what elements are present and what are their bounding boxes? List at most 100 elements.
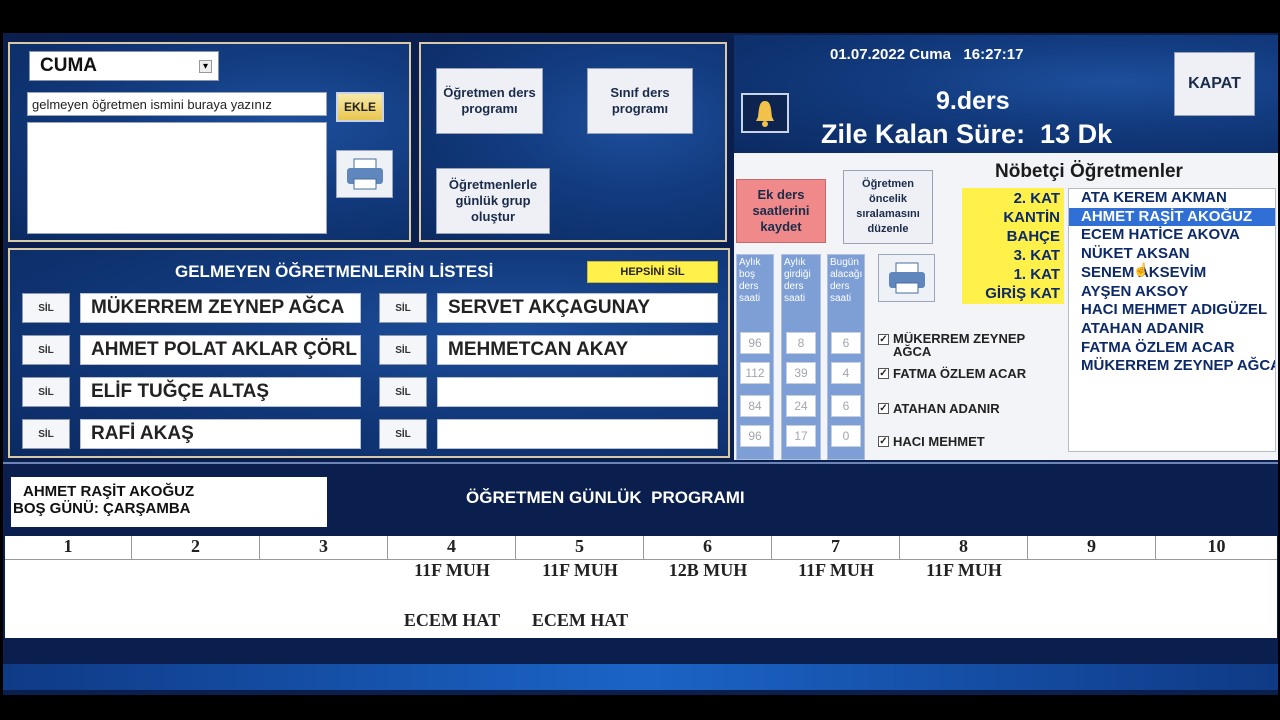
bell-button[interactable]: [741, 93, 789, 133]
list-item[interactable]: SENEM AKSEVİM: [1069, 264, 1275, 283]
stat-cell: 17: [786, 425, 816, 447]
remove-button[interactable]: SİL: [22, 377, 70, 407]
remove-button[interactable]: SİL: [379, 293, 427, 323]
delete-all-button[interactable]: HEPSİNİ SİL: [587, 261, 718, 283]
list-item[interactable]: FATMA ÖZLEM ACAR: [1069, 339, 1275, 358]
stats-header: Aylık boş ders saati: [739, 257, 761, 304]
lesson-pair: [772, 610, 900, 636]
lesson-class: 11F MUH: [414, 560, 490, 580]
mouse-cursor-icon: ☝: [1133, 262, 1150, 277]
lesson-class: 11F MUH: [926, 560, 1002, 580]
absent-teacher-name: RAFİ AKAŞ: [80, 419, 361, 449]
absent-teacher-name: MÜKERREM ZEYNEP AĞCA: [80, 293, 361, 323]
checkbox-icon[interactable]: ✓: [878, 436, 889, 447]
bottom-bar: [3, 664, 1278, 690]
selected-teacher-name: AHMET RAŞİT AKOĞUZ: [23, 483, 195, 500]
remove-button[interactable]: SİL: [379, 377, 427, 407]
floor-label: BAHÇE: [1006, 228, 1060, 245]
period-header: 4: [388, 536, 516, 559]
duty-teacher-list[interactable]: ATA KEREM AKMAN AHMET RAŞİT AKOĞUZ ECEM …: [1068, 188, 1276, 452]
stats-header: Aylık girdiği ders saati: [784, 257, 811, 304]
floor-label: 1. KAT: [1013, 266, 1060, 283]
program-grid: 1 2 3 4 5 6 7 8 9 10 11F MUH 11F MUH 12B…: [5, 536, 1277, 638]
list-item[interactable]: HACI MEHMET ADIGÜZEL: [1069, 301, 1275, 320]
lesson-pair: [260, 610, 388, 636]
list-item[interactable]: ECEM HATİCE AKOVA: [1069, 226, 1275, 245]
period-header: 5: [516, 536, 644, 559]
lesson-pair: ECEM HAT: [403, 610, 501, 630]
lesson-pair: [132, 610, 260, 636]
teacher-suggestion-list[interactable]: [27, 122, 327, 234]
stat-cell: 6: [831, 332, 861, 354]
add-button[interactable]: EKLE: [336, 92, 384, 122]
list-item[interactable]: ATA KEREM AKMAN: [1069, 189, 1275, 208]
list-item[interactable]: AYŞEN AKSOY: [1069, 283, 1275, 302]
teacher-program-button[interactable]: Öğretmen ders programı: [436, 68, 543, 134]
extra-hours-button[interactable]: Ek ders saatlerini kaydet: [736, 179, 826, 243]
lesson-pair: [5, 610, 132, 636]
absent-teacher-name: [437, 377, 718, 407]
absent-teacher-name: MEHMETCAN AKAY: [437, 335, 718, 365]
stats-header: Bugün alacağı ders saati: [830, 257, 863, 304]
lesson-class: [1028, 560, 1156, 586]
lesson-pair: ECEM HAT: [531, 610, 629, 630]
list-item[interactable]: NÜKET AKSAN: [1069, 245, 1275, 264]
class-program-button[interactable]: Sınıf ders programı: [587, 68, 693, 134]
remove-button[interactable]: SİL: [379, 335, 427, 365]
absent-teacher-name: AHMET POLAT AKLAR ÇÖRL: [80, 335, 361, 365]
priority-button[interactable]: Öğretmen öncelik sıralamasını düzenle: [843, 170, 933, 244]
stat-cell: 6: [831, 395, 861, 417]
stat-cell: 112: [740, 362, 770, 384]
period-header: 7: [772, 536, 900, 559]
stat-cell: 8: [786, 332, 816, 354]
stat-cell: 96: [740, 425, 770, 447]
close-button[interactable]: KAPAT: [1174, 52, 1255, 116]
stat-cell: 96: [740, 332, 770, 354]
stat-cell: 84: [740, 395, 770, 417]
lesson-pair: [900, 610, 1028, 636]
list-item-selected[interactable]: AHMET RAŞİT AKOĞUZ: [1069, 207, 1275, 227]
list-item[interactable]: MÜKERREM ZEYNEP AĞCA: [1069, 357, 1275, 376]
checkbox-icon[interactable]: ✓: [878, 403, 889, 414]
lesson-class: [5, 560, 132, 586]
lesson-pair: [1156, 610, 1277, 636]
checked-teacher[interactable]: ✓ ATAHAN ADANIR: [878, 401, 1048, 416]
teacher-name-input[interactable]: gelmeyen öğretmen ismini buraya yazınız: [27, 92, 327, 116]
absent-list-title: GELMEYEN ÖĞRETMENLERİN LİSTESİ: [175, 262, 494, 281]
datetime: 01.07.2022 Cuma 16:27:17: [830, 46, 1024, 63]
lesson-class: [1156, 560, 1277, 586]
checked-teacher[interactable]: ✓ MÜKERREM ZEYNEP AĞCA: [878, 332, 1038, 356]
list-item[interactable]: ATAHAN ADANIR: [1069, 320, 1275, 339]
absent-teacher-name: ELİF TUĞÇE ALTAŞ: [80, 377, 361, 407]
lesson-class: [260, 560, 388, 586]
lesson-class: 11F MUH: [798, 560, 874, 580]
lesson-class: 12B MUH: [668, 560, 748, 580]
period-header: 2: [132, 536, 260, 559]
printer-icon: [346, 158, 383, 190]
period-header: 10: [1207, 536, 1226, 556]
remove-button[interactable]: SİL: [379, 419, 427, 449]
group-create-button[interactable]: Öğretmenlerle günlük grup oluştur: [436, 168, 550, 234]
checkbox-icon[interactable]: ✓: [878, 334, 889, 345]
remove-button[interactable]: SİL: [22, 335, 70, 365]
stat-cell: 0: [831, 425, 861, 447]
chevron-down-icon[interactable]: ▾: [198, 59, 212, 73]
day-select[interactable]: CUMA ▾: [29, 51, 219, 81]
remove-button[interactable]: SİL: [22, 293, 70, 323]
duty-print-button[interactable]: [878, 254, 935, 302]
checked-teacher[interactable]: ✓ HACI MEHMET: [878, 434, 1048, 449]
checked-teacher[interactable]: ✓ FATMA ÖZLEM ACAR: [878, 366, 1048, 381]
lesson-pair: [644, 610, 772, 636]
lesson-class: 11F MUH: [542, 560, 618, 580]
program-title: ÖĞRETMEN GÜNLÜK PROGRAMI: [466, 488, 745, 507]
lesson-pair: [1028, 610, 1156, 636]
print-button[interactable]: [336, 150, 393, 198]
stat-cell: 24: [786, 395, 816, 417]
remove-button[interactable]: SİL: [22, 419, 70, 449]
checkbox-icon[interactable]: ✓: [878, 368, 889, 379]
bell-remaining: Zile Kalan Süre: 13 Dk: [821, 119, 1113, 149]
printer-icon: [888, 262, 925, 294]
period-header: 8: [900, 536, 1028, 559]
bell-icon: [756, 101, 774, 127]
duty-title: Nöbetçi Öğretmenler: [995, 161, 1183, 182]
